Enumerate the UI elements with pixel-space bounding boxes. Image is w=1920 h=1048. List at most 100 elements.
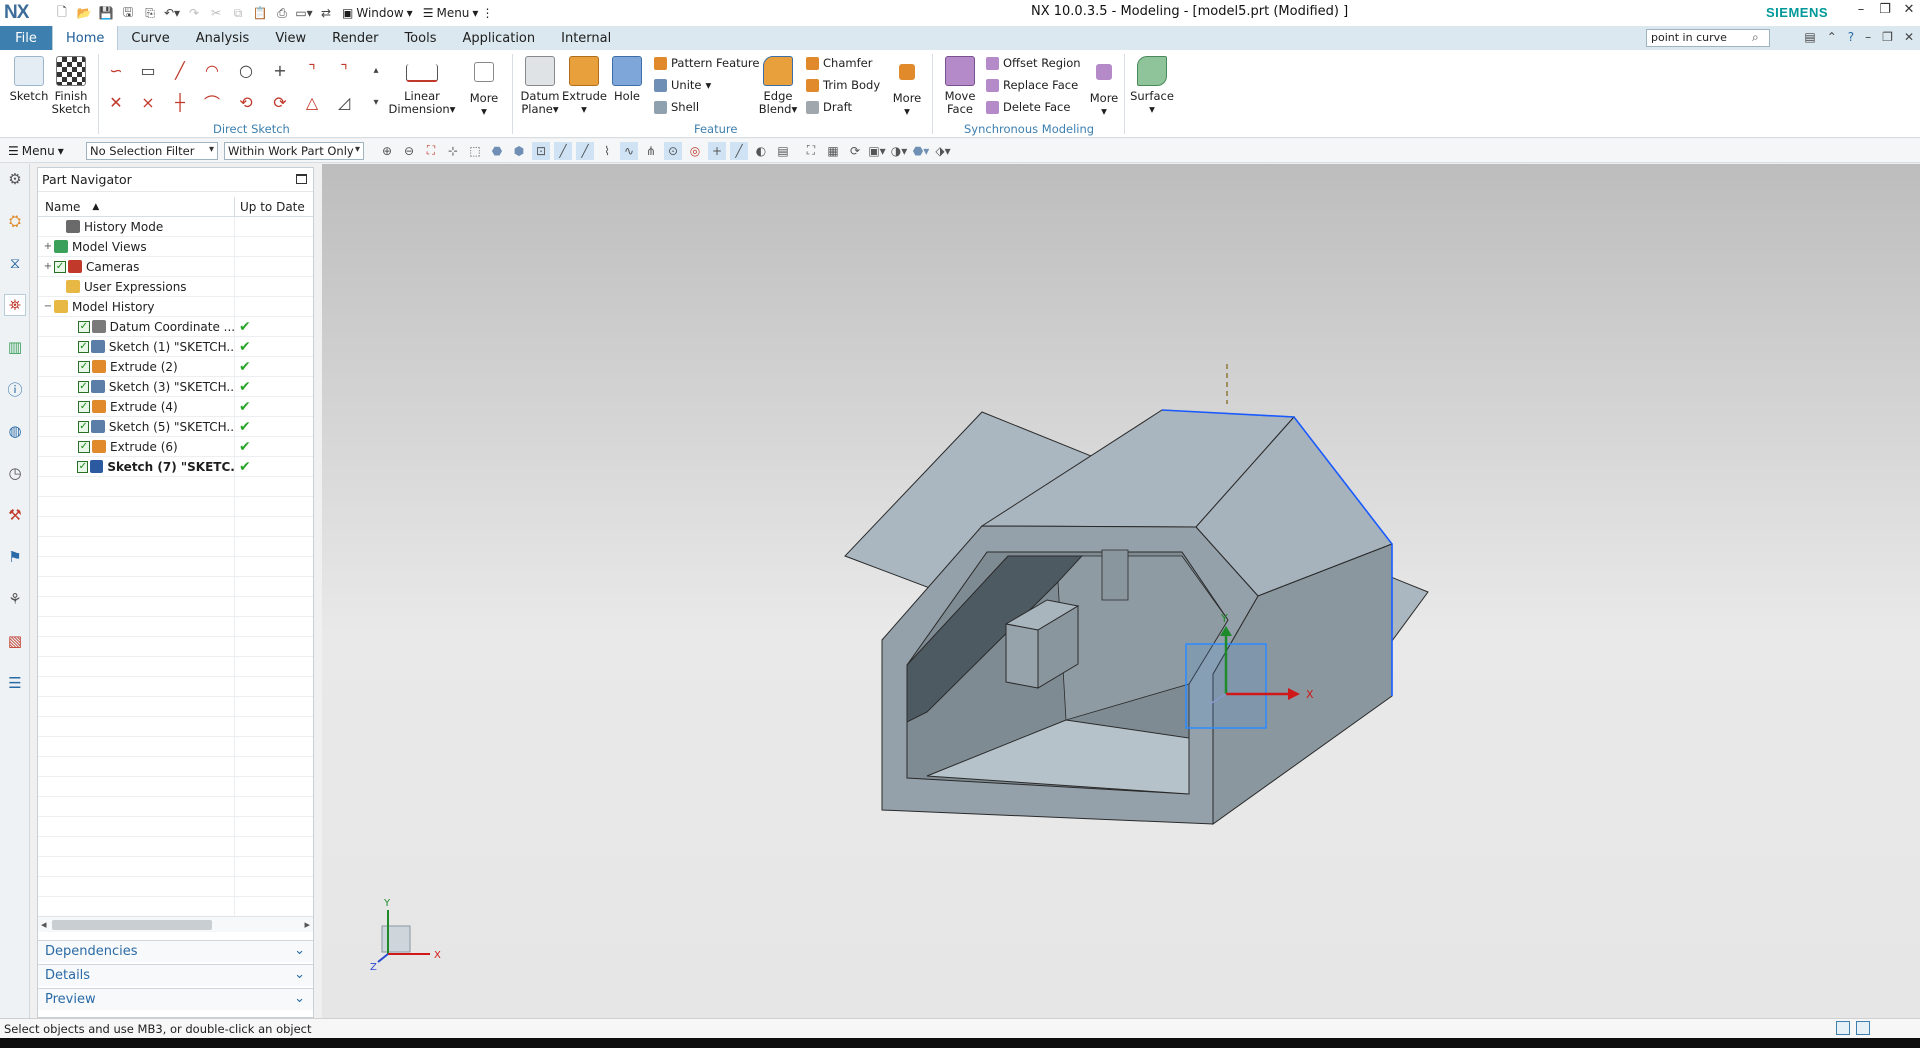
chamfer-sketch-icon[interactable]: ⌝ xyxy=(332,58,356,82)
process-studio-icon[interactable]: ⚒ xyxy=(4,504,26,526)
tab-file[interactable]: File xyxy=(0,26,52,50)
linear-dimension-button[interactable]: Linear Dimension▾ xyxy=(386,56,458,116)
save-as-icon[interactable]: ⎘ xyxy=(140,3,160,23)
delete-face-button[interactable]: Delete Face xyxy=(986,100,1070,114)
tree-row[interactable]: ✓ Extrude (6) ✔ xyxy=(38,436,313,457)
selection-filter-dropdown[interactable]: No Selection Filter xyxy=(86,141,218,160)
view-filter-icon[interactable]: ◐ xyxy=(752,142,770,160)
circle-icon[interactable]: ○ xyxy=(234,58,258,82)
visibility-checkbox[interactable]: ✓ xyxy=(78,400,90,413)
unite-button[interactable]: Unite ▾ xyxy=(654,78,711,92)
visibility-checkbox[interactable]: ✓ xyxy=(77,380,90,393)
move-face-button[interactable]: Move Face xyxy=(938,56,982,116)
window-menu[interactable]: ▣ Window ▾ xyxy=(338,6,417,20)
column-name-header[interactable]: Name ▲ xyxy=(38,197,235,216)
palette-icon[interactable]: ▧ xyxy=(4,630,26,652)
tree-row[interactable]: + Model Views xyxy=(38,236,313,257)
minimize-icon[interactable]: – xyxy=(1865,30,1871,44)
tab-analysis[interactable]: Analysis xyxy=(183,26,263,50)
profile-icon[interactable]: ∽ xyxy=(104,58,128,82)
finish-sketch-button[interactable]: Finish Sketch xyxy=(50,56,92,116)
offset-region-button[interactable]: Offset Region xyxy=(986,56,1081,70)
edge-blend-button[interactable]: Edge Blend▾ xyxy=(756,56,800,116)
tree-row[interactable]: ✓ Extrude (4) ✔ xyxy=(38,396,313,417)
pattern-feature-button[interactable]: Pattern Feature xyxy=(654,56,760,70)
tab-home[interactable]: Home xyxy=(52,26,119,50)
paste-icon[interactable]: 📋 xyxy=(250,3,270,23)
gear-icon[interactable]: ⚙ xyxy=(4,168,26,190)
new-file-icon[interactable]: 🗋 xyxy=(52,3,72,23)
scrollbar-thumb[interactable] xyxy=(52,920,212,930)
minimize-icon[interactable]: – xyxy=(1854,2,1868,17)
undo-icon[interactable]: ↶▾ xyxy=(162,3,182,23)
tree-row[interactable]: ✓ Datum Coordinate ... ✔ xyxy=(38,316,313,337)
extrude-button[interactable]: Extrude ▾ xyxy=(562,56,607,116)
copy-icon[interactable]: ⧉ xyxy=(228,3,248,23)
dependencies-panel[interactable]: Dependencies ⌄ xyxy=(38,940,313,962)
gallery-more-icon[interactable]: ▾ xyxy=(364,90,388,114)
save-icon[interactable]: 💾 xyxy=(96,3,116,23)
save-all-icon[interactable]: 🖫 xyxy=(118,3,138,23)
menu-button[interactable]: ☰ Menu ▾ xyxy=(8,144,80,158)
constraint-navigator-icon[interactable]: ⧖ xyxy=(4,252,26,274)
sync-more-button[interactable]: More ▾ xyxy=(1086,56,1122,118)
clip-section-icon[interactable]: ⬗▾ xyxy=(934,142,952,160)
datum-plane-button[interactable]: Datum Plane▾ xyxy=(518,56,562,116)
solid-body-icon[interactable]: ⬣ xyxy=(488,142,506,160)
select-all-icon[interactable]: ⊕ xyxy=(378,142,396,160)
existing-point-icon[interactable]: ⊙ xyxy=(664,141,682,160)
assembly-navigator-icon[interactable]: ⛭ xyxy=(4,210,26,232)
switch-window-icon[interactable]: ⇄ xyxy=(316,3,336,23)
gallery-up-icon[interactable]: ▴ xyxy=(364,58,388,82)
rectangle-select-icon[interactable]: ⬚ xyxy=(466,142,484,160)
quick-trim-icon[interactable]: ✕ xyxy=(104,90,128,114)
tab-render[interactable]: Render xyxy=(319,26,391,50)
point-on-face-icon[interactable]: + xyxy=(708,141,726,160)
graphics-window[interactable]: Y X Y X Z xyxy=(322,164,1920,1018)
visibility-checkbox[interactable]: ✓ xyxy=(77,320,90,333)
scroll-right-icon[interactable]: ▸ xyxy=(304,918,310,931)
visibility-checkbox[interactable]: ✓ xyxy=(78,440,90,453)
visibility-checkbox[interactable]: ✓ xyxy=(77,340,90,353)
tab-curve[interactable]: Curve xyxy=(118,26,182,50)
tab-application[interactable]: Application xyxy=(449,26,548,50)
open-file-icon[interactable]: 📂 xyxy=(74,3,94,23)
system-scenes-icon[interactable]: ⚘ xyxy=(4,588,26,610)
web-browser-icon[interactable]: ◍ xyxy=(4,420,26,442)
zoom-icon[interactable]: ▦ xyxy=(824,142,842,160)
hole-button[interactable]: Hole xyxy=(608,56,646,103)
arc-center-icon[interactable]: ∿ xyxy=(620,141,638,160)
column-uptodate-header[interactable]: Up to Date xyxy=(235,197,313,216)
window-layout-icon[interactable]: ▭▾ xyxy=(294,3,314,23)
tree-row[interactable]: − Model History xyxy=(38,296,313,317)
maximize-icon[interactable] xyxy=(296,174,307,184)
shell-button[interactable]: Shell xyxy=(654,100,699,114)
endpoint-snap-icon[interactable]: ⊡ xyxy=(532,141,550,160)
preview-panel[interactable]: Preview ⌄ xyxy=(38,988,313,1010)
feature-more-button[interactable]: More ▾ xyxy=(888,56,926,118)
bounded-grid-icon[interactable]: ╱ xyxy=(730,141,748,160)
close-icon[interactable]: ✕ xyxy=(1902,2,1916,17)
control-point-icon[interactable]: ╱ xyxy=(576,141,594,160)
inner-block-front[interactable] xyxy=(1005,623,1039,689)
sketch-button[interactable]: Sketch xyxy=(8,56,50,103)
arc-icon[interactable]: ◠ xyxy=(200,58,224,82)
deselect-icon[interactable]: ⊖ xyxy=(400,142,418,160)
restore-icon[interactable]: ❐ xyxy=(1878,2,1892,17)
roles-icon[interactable]: ⚑ xyxy=(4,546,26,568)
chamfer-button[interactable]: Chamfer xyxy=(806,56,872,70)
details-panel[interactable]: Details ⌄ xyxy=(38,964,313,986)
expand-icon[interactable]: + xyxy=(42,261,54,272)
intersection-icon[interactable]: ⌇ xyxy=(598,142,616,160)
draft-button[interactable]: Draft xyxy=(806,100,852,114)
mirror-curve-icon[interactable]: ⟳ xyxy=(268,90,292,114)
ribbon-collapse-icon[interactable]: ⌃ xyxy=(1827,30,1837,44)
help-icon[interactable]: ? xyxy=(1848,30,1854,44)
visibility-checkbox[interactable]: ✓ xyxy=(54,260,66,273)
selection-mode-icon[interactable] xyxy=(1836,1021,1850,1035)
scroll-left-icon[interactable]: ◂ xyxy=(41,918,47,931)
quick-extend-icon[interactable]: ⨯ xyxy=(136,90,160,114)
sheet-body-icon[interactable]: ⬢ xyxy=(510,142,528,160)
tree-row[interactable]: User Expressions xyxy=(38,276,313,297)
point-icon[interactable]: + xyxy=(268,58,292,82)
